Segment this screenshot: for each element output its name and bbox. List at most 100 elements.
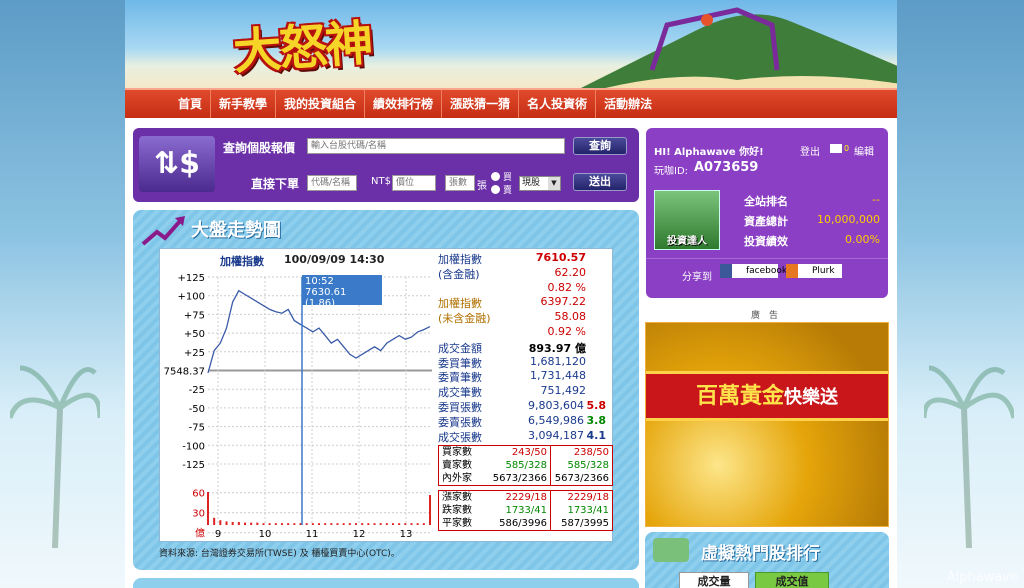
- tooltip-value: 7630.61 (1.86): [305, 287, 347, 309]
- count-cell: 238/50: [573, 447, 609, 458]
- y-tick-label: 7548.37: [164, 367, 205, 378]
- facebook-share-button[interactable]: facebook: [720, 264, 787, 278]
- nav-item[interactable]: 我的投資組合: [276, 90, 366, 118]
- stat-value: 3,094,187: [528, 428, 584, 442]
- buy-radio[interactable]: [491, 172, 500, 181]
- volume-bar: [287, 523, 290, 525]
- tab-value[interactable]: 成交值: [755, 572, 829, 588]
- stat-row: 0.92 %: [438, 325, 612, 340]
- x-tick-label: 12: [353, 529, 366, 539]
- site-logo[interactable]: 大怒神: [231, 3, 374, 82]
- market-stats: 加權指數 7610.57 (含金融) 62.20 0.82 % 加權指數 6397.22 (未…: [438, 251, 612, 444]
- stat-value: 62.20: [554, 265, 587, 279]
- right-background: [897, 0, 1024, 588]
- hot-title: 虛擬熱門股排行: [701, 544, 820, 564]
- stat-label: (含金融): [438, 267, 480, 281]
- site-container: 大怒神 首頁 新手教學 我的投資組合 績效排行榜 漲跌猜一猜 名人投資術 活動辦法 ⇅$ 查…: [125, 0, 897, 588]
- volume-bar: [244, 522, 246, 525]
- ad-label: 廣 告: [751, 311, 779, 321]
- perf-value: 0.00%: [845, 233, 880, 246]
- mail-count: 0: [844, 144, 850, 153]
- count-row: 買家數 243/50 238/50: [439, 446, 612, 459]
- stat-row: 0.82 %: [438, 281, 612, 296]
- count-cell: 5673/2366: [489, 472, 551, 485]
- plurk-share-button[interactable]: Plurk: [786, 264, 842, 278]
- order-type-select[interactable]: 現股 ▼: [519, 176, 561, 191]
- volume-bar: [410, 523, 413, 525]
- nav-item[interactable]: 活動辦法: [596, 90, 660, 118]
- y-tick-label: -25: [189, 385, 205, 396]
- volume-bar: [398, 523, 401, 525]
- palm-tree-decoration: [924, 365, 1014, 548]
- hot-stock-panel: 虛擬熱門股排行 成交量 成交值: [645, 532, 889, 588]
- search-button[interactable]: 查詢: [573, 137, 627, 155]
- stock-search-input[interactable]: [307, 138, 565, 154]
- stat-value: 1,731,448: [530, 369, 586, 383]
- stat-value: 58.08: [554, 310, 587, 324]
- market-trend-panel: 大盤走勢圖 加權指數 100/09/09 14:30 +125 +100 +75 +5…: [133, 210, 639, 570]
- stat-label: (未含金融): [438, 312, 491, 326]
- stat-label: 加權指數: [438, 297, 482, 311]
- count-cell: 587/3995: [561, 518, 609, 529]
- count-cell: 賣家數: [442, 460, 472, 471]
- sell-radio[interactable]: [491, 185, 500, 194]
- nav-item[interactable]: 新手教學: [211, 90, 277, 118]
- volume-bar: [274, 523, 277, 525]
- stock-query-panel: ⇅$ 查詢個股報價 查詢 直接下單 NT$ 張 買 賣 現股 ▼ 送出: [133, 128, 639, 202]
- tab-volume[interactable]: 成交量: [679, 572, 749, 588]
- y-tick-label: +100: [178, 292, 205, 303]
- header-banner: 大怒神: [125, 0, 897, 88]
- main-nav: 首頁 新手教學 我的投資組合 績效排行榜 漲跌猜一猜 名人投資術 活動辦法: [125, 88, 897, 118]
- logout-link[interactable]: 登出: [800, 143, 820, 158]
- order-qty-input[interactable]: [445, 175, 475, 191]
- stat-label: 委買筆數: [438, 356, 482, 370]
- money-icon: [653, 538, 689, 562]
- stat-ratio: 3.8: [586, 413, 607, 427]
- stat-label: 成交金額: [438, 341, 482, 355]
- stat-row: (含金融) 62.20: [438, 266, 612, 281]
- stat-row: (未含金融) 58.08: [438, 310, 612, 325]
- nav-item[interactable]: 績效排行榜: [365, 90, 443, 118]
- stat-value: 0.92 %: [547, 324, 586, 338]
- mail-icon[interactable]: [830, 144, 842, 153]
- edit-link[interactable]: 編輯: [854, 143, 874, 158]
- stat-row: 成交張數 3,094,187 4.1: [438, 429, 612, 444]
- count-cell: 5673/2366: [554, 473, 609, 484]
- stat-row: 委賣張數 6,549,986 3.8: [438, 414, 612, 429]
- nt-label: NT$: [371, 176, 391, 187]
- volume-bar: [392, 523, 394, 525]
- chart-tooltip: 10:52 7630.61 (1.86): [302, 275, 382, 309]
- nav-item[interactable]: 名人投資術: [519, 90, 597, 118]
- gold-ad-banner[interactable]: 百萬黃金快樂送: [645, 322, 889, 527]
- count-row: 平家數 586/3996 587/3995: [439, 517, 612, 530]
- id-label: 玩咖ID:: [654, 166, 689, 177]
- volume-bar: [256, 522, 259, 525]
- submit-order-button[interactable]: 送出: [573, 173, 627, 191]
- badge-avatar: 投資達人: [654, 190, 720, 250]
- unit-label: 張: [477, 181, 487, 192]
- count-cell: 跌家數: [442, 505, 472, 516]
- stat-row: 委賣筆數 1,731,448: [438, 369, 612, 384]
- volume-bar: [293, 523, 296, 525]
- stat-label: 委賣筆數: [438, 371, 482, 385]
- volume-bar: [404, 523, 407, 525]
- order-code-input[interactable]: [307, 175, 357, 191]
- count-row: 跌家數 1733/41 1733/41: [439, 504, 612, 517]
- ad-text-1: 百萬黃金: [695, 383, 784, 409]
- user-panel: HI! Alphawave 你好! 登出 0 編輯 玩咖ID: A073659 …: [646, 128, 888, 298]
- order-price-input[interactable]: [392, 175, 436, 191]
- badge-label: 投資達人: [667, 236, 707, 247]
- nav-item[interactable]: 漲跌猜一猜: [442, 90, 520, 118]
- nav-item[interactable]: 首頁: [170, 90, 212, 118]
- volume-bar: [213, 517, 216, 525]
- count-cell: 585/328: [489, 459, 551, 472]
- volume-bar: [342, 523, 345, 525]
- vol-tick-label: 億: [195, 527, 205, 539]
- volume-bar: [237, 522, 240, 525]
- y-tick-label: -125: [182, 460, 205, 471]
- volume-bar: [324, 523, 327, 525]
- divider: [646, 258, 888, 259]
- ad-text-2: 快樂送: [784, 387, 838, 408]
- stat-row: 委買筆數 1,681,120: [438, 355, 612, 370]
- volume-bar: [311, 523, 314, 525]
